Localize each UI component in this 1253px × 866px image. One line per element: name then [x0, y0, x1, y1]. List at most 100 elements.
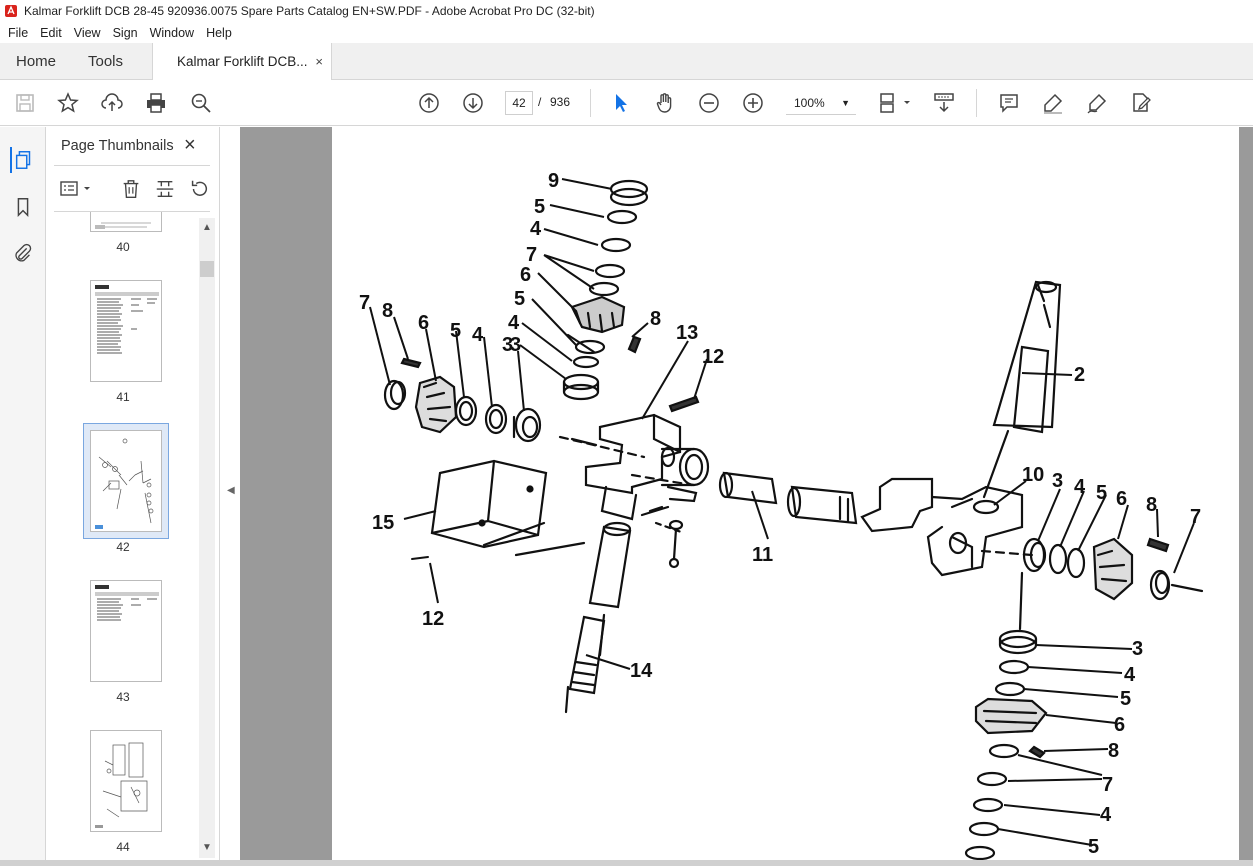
scrollbar-thumb[interactable]: [200, 261, 214, 277]
callout-2: 2: [1074, 364, 1085, 386]
callout-3: 3: [1052, 470, 1063, 492]
callout-5: 5: [1088, 836, 1099, 858]
menu-help[interactable]: Help: [200, 26, 238, 40]
rotate-icon[interactable]: [186, 177, 212, 201]
menu-window[interactable]: Window: [144, 26, 200, 40]
callout-8: 8: [382, 300, 393, 322]
zoom-value: 100%: [794, 96, 825, 110]
select-arrow-icon[interactable]: [608, 90, 634, 116]
page-display-icon[interactable]: [878, 90, 914, 116]
tab-home[interactable]: Home: [16, 43, 56, 80]
save-icon[interactable]: [12, 90, 38, 116]
callout-9: 9: [548, 170, 559, 192]
callout-7: 7: [359, 292, 370, 314]
print-icon[interactable]: [143, 90, 169, 116]
comment-icon[interactable]: [996, 90, 1022, 116]
hand-icon[interactable]: [652, 90, 678, 116]
tab-tools[interactable]: Tools: [88, 43, 123, 80]
close-panel-icon[interactable]: ×: [184, 134, 196, 157]
callout-4: 4: [1124, 664, 1136, 686]
thumbnail-options-icon[interactable]: [58, 177, 94, 201]
toolbar-divider: [976, 89, 977, 117]
search-icon[interactable]: [188, 90, 214, 116]
callout-13: 13: [676, 322, 698, 344]
edit-pdf-icon[interactable]: [1128, 90, 1154, 116]
collapse-panel-icon[interactable]: ◀: [227, 485, 235, 496]
scroll-mode-icon[interactable]: [931, 90, 957, 116]
thumbnail-page-44[interactable]: [90, 730, 162, 832]
page-number-input[interactable]: 42: [505, 91, 533, 115]
callout-6: 6: [1114, 714, 1125, 736]
callout-5: 5: [1096, 482, 1107, 504]
chevron-down-icon: ▼: [841, 98, 850, 108]
callout-3: 3: [1132, 638, 1143, 660]
tab-bar: Home Tools Kalmar Forklift DCB... ×: [0, 43, 1253, 81]
exploded-parts-diagram: 9 5 4 7 6 5 4 3 8 13 12 7 8 6 5 4 3 2 10…: [359, 170, 1204, 860]
page-down-icon[interactable]: [460, 90, 486, 116]
callout-4: 4: [1074, 476, 1086, 498]
menu-file[interactable]: File: [2, 26, 34, 40]
callout-6: 6: [418, 312, 429, 334]
callout-12: 12: [422, 608, 444, 630]
title-bar: Kalmar Forklift DCB 28-45 920936.0075 Sp…: [0, 0, 1253, 22]
callout-10: 10: [1022, 464, 1044, 486]
thumbnail-label: 41: [116, 390, 130, 404]
left-rail: [0, 127, 46, 866]
callout-14: 14: [630, 660, 653, 682]
page-up-icon[interactable]: [416, 90, 442, 116]
document-tab-label: Kalmar Forklift DCB...: [177, 54, 308, 69]
thumbnail-scrollbar[interactable]: ▲ ▼: [199, 218, 215, 858]
attachment-icon[interactable]: [10, 240, 36, 266]
thumbnail-page-41[interactable]: [90, 280, 162, 382]
delete-icon[interactable]: [118, 177, 144, 201]
pdf-page: 9 5 4 7 6 5 4 3 8 13 12 7 8 6 5 4 3 2 10…: [332, 127, 1239, 860]
page-thumbnails-icon[interactable]: [10, 147, 36, 173]
page-total: 936: [550, 95, 571, 109]
callout-4: 4: [508, 312, 520, 334]
acrobat-app-icon: [5, 5, 17, 17]
callout-11: 11: [752, 544, 773, 566]
thumbnail-page-43[interactable]: [90, 580, 162, 682]
window-title: Kalmar Forklift DCB 28-45 920936.0075 Sp…: [24, 4, 595, 18]
callout-4: 4: [1100, 804, 1112, 826]
callout-4: 4: [530, 218, 542, 240]
menu-sign[interactable]: Sign: [107, 26, 144, 40]
tab-document[interactable]: Kalmar Forklift DCB... ×: [152, 43, 332, 81]
bookmark-icon[interactable]: [10, 194, 36, 220]
callout-6: 6: [520, 264, 531, 286]
callout-5: 5: [534, 196, 545, 218]
sign-icon[interactable]: [1084, 90, 1110, 116]
chevron-up-icon[interactable]: ▲: [202, 222, 212, 233]
callout-5: 5: [450, 320, 461, 342]
thumbnail-list: 40 41 42 43 44: [46, 212, 200, 858]
callout-7: 7: [1190, 506, 1201, 528]
callout-8: 8: [1146, 494, 1157, 516]
menu-edit[interactable]: Edit: [34, 26, 68, 40]
bookmark-star-icon[interactable]: [55, 90, 81, 116]
horizontal-scrollbar[interactable]: [0, 860, 1253, 866]
chevron-down-icon[interactable]: ▼: [202, 842, 212, 853]
thumbnail-page-40[interactable]: [90, 212, 162, 232]
page-separator: /: [538, 95, 542, 109]
callout-6: 6: [1116, 488, 1127, 510]
document-viewer[interactable]: 9 5 4 7 6 5 4 3 8 13 12 7 8 6 5 4 3 2 10…: [240, 127, 1253, 860]
upload-icon[interactable]: [99, 90, 125, 116]
callout-7: 7: [526, 244, 537, 266]
close-tab-icon[interactable]: ×: [315, 43, 323, 81]
extract-pages-icon[interactable]: [152, 177, 178, 201]
zoom-select[interactable]: 100% ▼: [786, 91, 856, 115]
highlight-icon[interactable]: [1040, 90, 1066, 116]
menu-bar: File Edit View Sign Window Help: [0, 22, 1253, 43]
callout-7: 7: [1102, 774, 1113, 796]
zoom-in-icon[interactable]: [740, 90, 766, 116]
panel-collapse-strip: ◀: [220, 127, 240, 866]
menu-view[interactable]: View: [68, 26, 107, 40]
callout-5: 5: [514, 288, 525, 310]
callout-5: 5: [1120, 688, 1131, 710]
thumbnail-label: 40: [116, 240, 130, 254]
panel-title: Page Thumbnails: [61, 138, 174, 154]
zoom-out-icon[interactable]: [696, 90, 722, 116]
thumbnail-label: 42: [116, 540, 130, 554]
toolbar-divider: [590, 89, 591, 117]
thumbnail-page-42[interactable]: [90, 430, 162, 532]
